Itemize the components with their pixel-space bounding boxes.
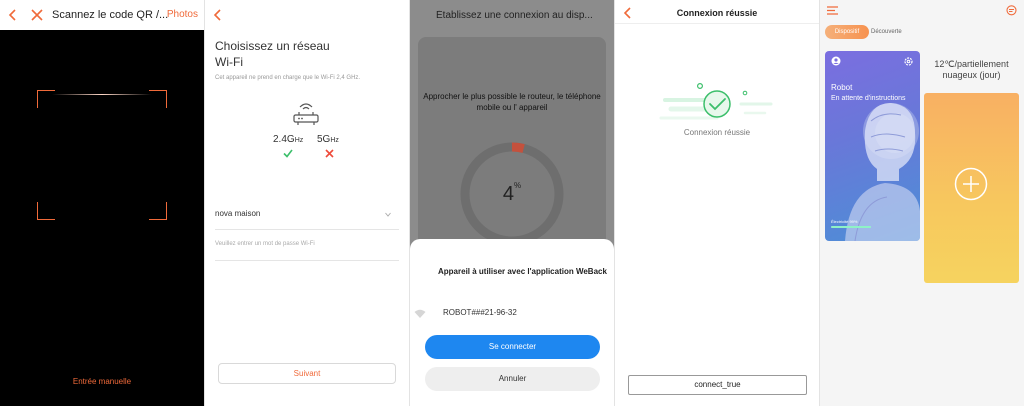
- title-line-1: Choisissez un réseau: [215, 39, 330, 53]
- weather-line-1: 12℃/partiellement: [934, 59, 1009, 69]
- gear-icon[interactable]: [903, 56, 914, 67]
- band-24-unit: Hz: [294, 137, 304, 144]
- ssid-field[interactable]: nova maison: [215, 209, 260, 218]
- battery-bar: [831, 226, 871, 228]
- battery-label: Électricité 99%: [831, 219, 858, 224]
- connecting-screen: Établissez une connexion au disp... Appr…: [410, 0, 614, 406]
- connect-true-button[interactable]: connect_true: [628, 375, 807, 395]
- back-icon[interactable]: [8, 9, 18, 21]
- band-5ghz: 5GHz: [317, 134, 339, 145]
- password-field[interactable]: Veuillez entrer un mot de passe Wi-Fi: [215, 241, 315, 247]
- scanner-title: Scannez le code QR /...: [52, 9, 169, 21]
- divider: [215, 229, 399, 230]
- chevron-down-icon[interactable]: [385, 212, 391, 217]
- tab-devices[interactable]: Dispositif: [825, 25, 869, 39]
- weather-line-2: nuageux (jour): [942, 70, 1001, 80]
- message-icon[interactable]: [1006, 5, 1017, 16]
- cancel-button[interactable]: Annuler: [425, 367, 600, 391]
- band-5-value: 5G: [317, 134, 331, 145]
- close-icon[interactable]: [31, 9, 43, 21]
- sheet-title: Appareil à utiliser avec l'application W…: [438, 267, 607, 276]
- connecting-title: Établissez une connexion au disp...: [436, 10, 593, 21]
- connecting-header: Établissez une connexion au disp...: [410, 0, 614, 30]
- connect-button[interactable]: Se connecter: [425, 335, 600, 359]
- page-title: Connexion réussie: [676, 8, 758, 18]
- progress-value: 4%: [410, 181, 614, 206]
- page-title: Choisissez un réseau Wi-Fi: [215, 38, 365, 70]
- wifi-screen: Choisissez un réseau Wi-Fi Cet appareil …: [205, 0, 409, 406]
- manual-entry-link[interactable]: Entrée manuelle: [0, 377, 204, 386]
- device-status: En attente d'instructions: [831, 95, 906, 102]
- title-line-2: Wi-Fi: [215, 55, 243, 69]
- weather-text: 12℃/partiellement nuageux (jour): [924, 59, 1019, 81]
- success-message: Connexion réussie: [683, 128, 751, 137]
- scan-frame: [37, 90, 167, 220]
- progress-number: 4: [502, 183, 514, 205]
- device-card[interactable]: Robot En attente d'instructions Électric…: [825, 51, 920, 241]
- add-device-card[interactable]: [924, 93, 1019, 283]
- robot-illustration: [845, 103, 920, 241]
- progress-unit: %: [514, 181, 522, 190]
- next-button[interactable]: Suivant: [218, 363, 396, 384]
- wifi-note: Cet appareil ne prend en charge que le W…: [215, 75, 361, 81]
- back-icon[interactable]: [213, 9, 223, 21]
- menu-icon[interactable]: [827, 6, 838, 15]
- band-24ghz: 2.4GHz: [273, 134, 303, 145]
- band-5-unit: Hz: [330, 137, 339, 144]
- check-icon: [283, 149, 293, 158]
- user-icon: [831, 56, 841, 66]
- wifi-icon: [414, 309, 426, 318]
- qr-scanner-screen: Scannez le code QR /... Photos Entrée ma…: [0, 0, 204, 406]
- screenshot-strip: Scannez le code QR /... Photos Entrée ma…: [0, 0, 1024, 406]
- band-24-value: 2.4G: [273, 134, 295, 145]
- divider: [215, 260, 399, 261]
- device-name[interactable]: ROBOT###21-96-32: [443, 308, 517, 317]
- router-icon: [293, 103, 319, 125]
- tab-discover[interactable]: Découverte: [871, 29, 902, 35]
- photos-button[interactable]: Photos: [167, 9, 198, 20]
- cross-icon: [325, 149, 334, 158]
- plus-icon[interactable]: [954, 167, 988, 201]
- success-check-icon: [659, 82, 773, 120]
- device-title: Robot: [831, 83, 853, 92]
- proximity-message: Approcher le plus possible le routeur, l…: [423, 92, 601, 112]
- battery-bar-fill: [831, 226, 871, 228]
- home-screen: Dispositif Découverte Robot En attente d…: [820, 0, 1024, 406]
- scan-line: [52, 94, 152, 95]
- scanner-header: Scannez le code QR /... Photos: [0, 0, 204, 30]
- success-screen: Connexion réussie Connexion réussie conn…: [615, 0, 819, 406]
- device-sheet: Appareil à utiliser avec l'application W…: [410, 239, 614, 406]
- header-divider: [615, 23, 819, 24]
